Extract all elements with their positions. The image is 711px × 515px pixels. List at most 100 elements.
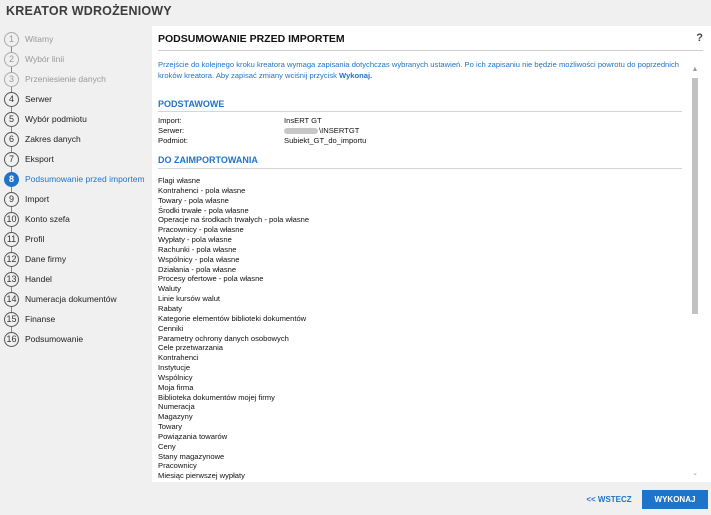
step-number: 6 [4, 131, 19, 147]
step-label: Eksport [25, 154, 54, 164]
list-item: Wypłaty - pola własne [158, 235, 232, 245]
step-label: Import [25, 194, 50, 204]
step-label: Dane firmy [25, 254, 67, 264]
row-value: InsERT GT [284, 116, 322, 125]
step-label: Handel [25, 274, 52, 284]
list-item: Operacje na środkach trwałych - pola wła… [158, 215, 310, 225]
step-label: Finanse [25, 314, 56, 324]
info-text: Przejście do kolejnego kroku kreatora wy… [158, 60, 679, 80]
chevron-down-icon[interactable]: ⌄ [691, 470, 699, 478]
step-number: 3 [4, 71, 19, 87]
step-konto-szefa[interactable]: 10 Konto szefa [4, 210, 150, 228]
row-value: Subiekt_GT_do_importu [284, 136, 367, 145]
step-dane-firmy[interactable]: 12 Dane firmy [4, 250, 150, 268]
list-item: Kontrahenci - pola własne [158, 185, 246, 195]
list-item: Magazyny [158, 412, 193, 422]
row-value-wrap: \INSERTGT [284, 126, 359, 136]
step-label: Witamy [25, 34, 54, 44]
step-number: 7 [4, 151, 19, 167]
list-item: Środki trwałe - pola własne [158, 205, 249, 215]
list-item: Ceny [158, 441, 176, 451]
step-podsumowanie-przed-importem[interactable]: 8 Podsumowanie przed importem [4, 170, 150, 188]
scrollbar-thumb[interactable] [692, 78, 698, 314]
redacted-blur [284, 128, 318, 134]
wizard-steps-sidebar: 1 Witamy 2 Wybór linii 3 Przeniesienie d… [0, 26, 150, 506]
list-item: Działania - pola własne [158, 264, 237, 274]
step-label: Przeniesienie danych [25, 74, 106, 84]
step-number: 8 [4, 171, 19, 187]
step-number: 14 [4, 291, 19, 307]
list-item: Kontrahenci [158, 353, 199, 363]
step-handel[interactable]: 13 Handel [4, 270, 150, 288]
title-divider [158, 50, 703, 51]
page-title: PODSUMOWANIE PRZED IMPORTEM [158, 33, 345, 45]
step-label: Podsumowanie [25, 334, 84, 344]
step-label: Wybór podmiotu [25, 114, 87, 124]
step-witamy[interactable]: 1 Witamy [4, 30, 150, 48]
list-item: Kategorie elementów biblioteki dokumentó… [158, 313, 307, 323]
list-item: Cele przetwarzania [158, 343, 223, 353]
step-number: 5 [4, 111, 19, 127]
info-message: Przejście do kolejnego kroku kreatora wy… [158, 59, 679, 81]
list-item: Linie kursów walut [158, 294, 221, 304]
vertical-scrollbar[interactable]: ▲ ⌄ [691, 66, 699, 478]
execute-button[interactable]: WYKONAJ [642, 490, 708, 509]
list-item: Instytucje [158, 363, 191, 373]
list-item: Rachunki - pola własne [158, 244, 237, 254]
step-przeniesienie-danych[interactable]: 3 Przeniesienie danych [4, 70, 150, 88]
list-item: Cenniki [158, 323, 184, 333]
step-label: Podsumowanie przed importem [25, 174, 145, 184]
step-number: 12 [4, 251, 19, 267]
help-icon[interactable]: ? [696, 32, 703, 44]
list-item: Wspólnicy - pola własne [158, 254, 240, 264]
step-finanse[interactable]: 15 Finanse [4, 310, 150, 328]
step-wybor-podmiotu[interactable]: 5 Wybór podmiotu [4, 110, 150, 128]
step-number: 2 [4, 51, 19, 67]
list-item: Flagi własne [158, 176, 201, 185]
list-item: Numeracja [158, 402, 195, 412]
list-item: Parametry ochrony danych osobowych [158, 333, 289, 343]
app-title: KREATOR WDROŻENIOWY [6, 4, 172, 18]
list-item: Waluty [158, 284, 181, 294]
step-number: 4 [4, 91, 19, 107]
step-label: Numeracja dokumentów [25, 294, 117, 304]
step-zakres-danych[interactable]: 6 Zakres danych [4, 130, 150, 148]
step-number: 13 [4, 271, 19, 287]
step-profil[interactable]: 11 Profil [4, 230, 150, 248]
list-item: Pracownicy - pola własne [158, 225, 244, 235]
step-numeracja-dokumentow[interactable]: 14 Numeracja dokumentów [4, 290, 150, 308]
step-label: Profil [25, 234, 45, 244]
list-item: Moja firma [158, 382, 194, 392]
row-key: Import: [158, 116, 182, 125]
step-eksport[interactable]: 7 Eksport [4, 150, 150, 168]
list-item: Rabaty [158, 303, 183, 313]
step-number: 11 [4, 231, 19, 247]
step-number: 1 [4, 31, 19, 47]
step-label: Serwer [25, 94, 52, 104]
list-item: Towary - pola własne [158, 195, 229, 205]
back-button[interactable]: << WSTECZ [583, 490, 635, 509]
row-key: Podmiot: [158, 136, 188, 145]
import-items-list: Flagi własne Kontrahenci - pola własne T… [158, 176, 678, 481]
summary-panel: PODSUMOWANIE PRZED IMPORTEM ? Przejście … [152, 26, 711, 482]
list-item: Pracownicy [158, 461, 197, 471]
list-item: Wspólnicy [158, 372, 193, 382]
section-heading-basic: PODSTAWOWE [158, 99, 225, 109]
section-divider [158, 168, 682, 169]
list-item: Miesiąc pierwszej wypłaty [158, 471, 245, 481]
step-wybor-linii[interactable]: 2 Wybór linii [4, 50, 150, 68]
info-bold-text: Wykonaj. [339, 71, 373, 80]
scroll-up-icon[interactable]: ▲ [691, 66, 699, 74]
list-item: Towary [158, 422, 183, 432]
list-item: Stany magazynowe [158, 451, 225, 461]
list-item: Biblioteka dokumentów mojej firmy [158, 392, 275, 402]
step-number: 10 [4, 211, 19, 227]
step-number: 15 [4, 311, 19, 327]
step-serwer[interactable]: 4 Serwer [4, 90, 150, 108]
section-divider [158, 111, 682, 112]
row-value: \INSERTGT [319, 126, 360, 135]
step-label: Konto szefa [25, 214, 70, 224]
step-import[interactable]: 9 Import [4, 190, 150, 208]
step-podsumowanie[interactable]: 16 Podsumowanie [4, 330, 150, 348]
step-number: 9 [4, 191, 19, 207]
